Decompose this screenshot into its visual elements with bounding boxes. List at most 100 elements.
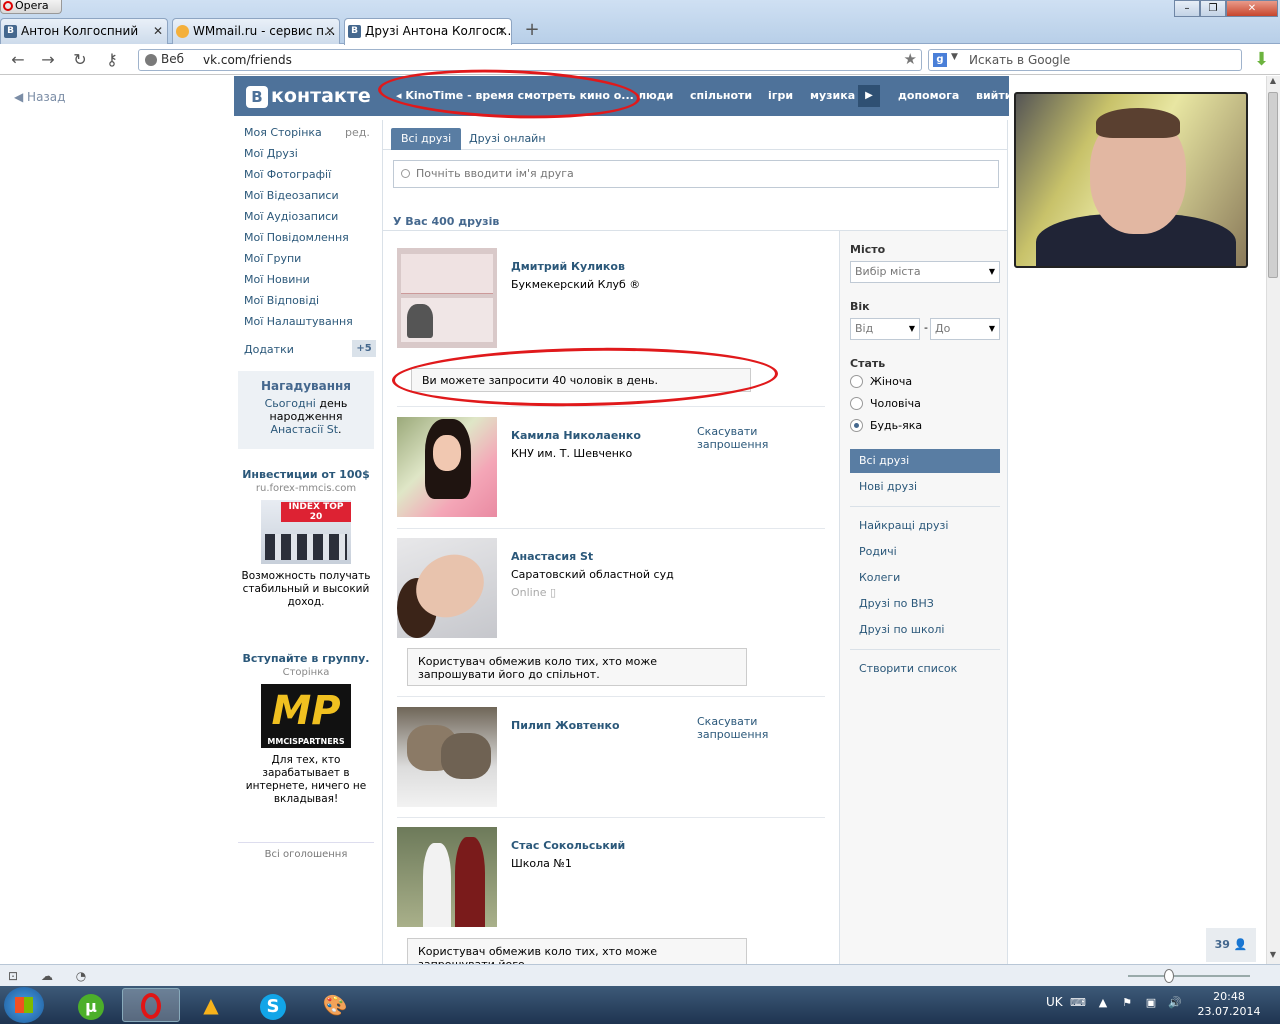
all-ads-link[interactable]: Всі оголошення [238,842,374,860]
apps-badge[interactable]: +5 [352,340,376,357]
friend-search-input[interactable]: Почніть вводити ім'я друга [393,160,999,188]
opera-menu-button[interactable]: Opera [0,0,62,14]
list-new-friends[interactable]: Нові друзі [850,475,1000,499]
skype-taskbar-icon[interactable]: S [244,988,302,1022]
friend-name[interactable]: Пилип Жовтенко [511,719,620,732]
menu-apps[interactable]: Додатки [244,343,294,356]
panel-toggle-icon[interactable]: ⊡ [6,969,20,983]
city-select[interactable]: Вибір міста [850,261,1000,283]
menu-my-photos[interactable]: Мої Фотографії [244,168,331,181]
chevron-left-icon[interactable]: ◂ [396,89,405,102]
friend-name[interactable]: Камила Николаенко [511,429,641,442]
friend-photo[interactable] [397,707,497,807]
close-tab-icon[interactable]: ✕ [153,19,163,43]
download-icon[interactable]: ⬇ [1254,50,1274,70]
aimp-taskbar-icon[interactable]: ▲ [182,988,240,1022]
friend-photo[interactable] [397,417,497,517]
action-center-flag-icon[interactable]: ⚑ [1120,996,1134,1010]
menu-my-page[interactable]: Моя Сторінка [244,126,322,139]
volume-icon[interactable]: 🔊 [1168,996,1182,1010]
search-engine-dropdown-icon[interactable]: ▼ [951,52,958,62]
friend-name[interactable]: Стас Сокольський [511,839,625,852]
zoom-slider-knob[interactable] [1164,969,1174,983]
menu-my-friends[interactable]: Мої Друзі [244,147,298,160]
tab-anton[interactable]: В Антон Колгоспний ✕ [0,18,168,44]
nav-more-arrow-icon[interactable]: ▶ [858,85,880,107]
tray-expand-icon[interactable]: ▲ [1096,996,1110,1010]
age-from-select[interactable]: Від [850,318,920,340]
scroll-up-icon[interactable]: ▲ [1266,76,1280,90]
sex-female-radio[interactable]: Жіноча [850,375,912,388]
system-clock[interactable]: 20:48 23.07.2014 [1196,989,1262,1019]
menu-my-settings[interactable]: Мої Налаштування [244,315,353,328]
bookmark-star-icon[interactable]: ★ [904,50,917,68]
header-promo-link[interactable]: ◂ KinoTime - время смотреть кино о... [396,89,634,102]
list-school-friends[interactable]: Друзі по школі [850,618,1000,642]
nav-music[interactable]: музика [810,89,855,102]
network-icon[interactable]: ▣ [1144,996,1158,1010]
close-window-icon[interactable]: ✕ [1226,0,1278,17]
friend-name[interactable]: Дмитрий Куликов [511,260,625,273]
scroll-down-icon[interactable]: ▼ [1266,950,1280,964]
menu-my-messages[interactable]: Мої Повідомлення [244,231,349,244]
nav-help[interactable]: допомога [898,89,959,102]
new-tab-icon[interactable]: + [522,21,542,41]
zoom-slider-track[interactable] [1128,975,1250,977]
google-icon[interactable]: g [933,53,947,67]
ad-block-2[interactable]: Вступайте в группу. Сторінка MP MMCISPART… [238,652,374,806]
ad-image[interactable]: MP MMCISPARTNERS [261,684,351,748]
paint-taskbar-icon[interactable]: 🎨 [306,988,364,1022]
url-text[interactable]: vk.com/friends [203,53,292,67]
tab-friends-online[interactable]: Друзі онлайн [459,128,556,150]
cloud-icon[interactable]: ☁ [40,969,54,983]
close-tab-icon[interactable]: ✕ [325,19,335,43]
list-all-friends[interactable]: Всі друзі [850,449,1000,473]
menu-my-audio[interactable]: Мої Аудіозаписи [244,210,338,223]
opera-taskbar-icon[interactable] [122,988,180,1022]
back-arrow-icon[interactable]: ← [8,50,28,70]
address-bar[interactable]: Веб vk.com/friends ★ [138,49,922,71]
sex-any-radio[interactable]: Будь-яка [850,419,922,432]
nav-logout[interactable]: вийти [976,89,1012,102]
key-icon[interactable]: ⚷ [102,50,122,70]
list-best-friends[interactable]: Найкращі друзі [850,514,1000,538]
ad-image[interactable]: INDEX TOP 20 [261,500,351,564]
friend-name[interactable]: Анастасия St [511,550,593,563]
reminder-person-link[interactable]: Анастасії St [270,423,338,436]
tab-wmmail[interactable]: WMmail.ru - сервис п... ✕ [172,18,340,44]
menu-my-news[interactable]: Мої Новини [244,273,310,286]
keyboard-icon[interactable]: ⌨ [1070,996,1086,1010]
ad-title[interactable]: Инвестиции от 100$ [238,468,374,481]
minimize-icon[interactable]: – [1174,0,1200,17]
cancel-request-link[interactable]: Скасувати запрошення [697,425,825,451]
edit-link[interactable]: ред. [345,126,370,139]
friend-photo[interactable] [397,827,497,927]
forward-arrow-icon[interactable]: → [38,50,58,70]
vk-logo[interactable]: Вконтакте [246,85,371,108]
reload-icon[interactable]: ↻ [70,50,90,70]
sex-male-radio[interactable]: Чоловіча [850,397,921,410]
speed-dial-icon[interactable]: ◔ [74,969,88,983]
list-colleagues[interactable]: Колеги [850,566,1000,590]
search-engine-box[interactable]: g ▼ Искать в Google [928,49,1242,71]
utorrent-taskbar-icon[interactable]: µ [62,988,120,1022]
scroll-thumb[interactable] [1268,92,1278,278]
list-university-friends[interactable]: Друзі по ВНЗ [850,592,1000,616]
cancel-request-link[interactable]: Скасувати запрошення [697,715,825,741]
start-button[interactable] [4,987,44,1023]
friend-photo[interactable] [397,538,497,638]
age-to-select[interactable]: До [930,318,1000,340]
maximize-icon[interactable]: ❐ [1200,0,1226,17]
create-list-link[interactable]: Створити список [850,657,1000,681]
menu-my-answers[interactable]: Мої Відповіді [244,294,319,307]
nav-people[interactable]: люди [638,89,673,102]
site-info-badge[interactable]: Веб [145,52,184,66]
close-tab-icon[interactable]: ✕ [497,19,507,43]
ad-block-1[interactable]: Инвестиции от 100$ ru.forex-mmcis.com IN… [238,468,374,609]
ad-title[interactable]: Вступайте в группу. [238,652,374,665]
language-indicator[interactable]: UK [1046,995,1063,1009]
nav-communities[interactable]: спільноти [690,89,752,102]
list-relatives[interactable]: Родичі [850,540,1000,564]
back-link[interactable]: ◀ Назад [14,90,65,104]
online-people-counter[interactable]: 39 👤 [1206,928,1256,962]
